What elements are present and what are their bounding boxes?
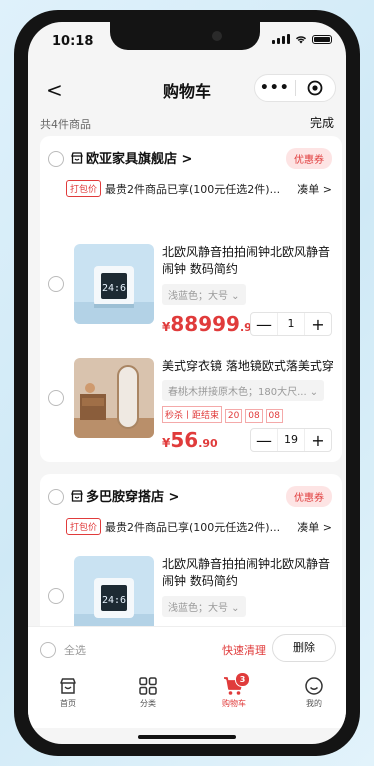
tab-label: 首页 <box>60 699 76 708</box>
promo-text: 最贵2件商品已享(100元任选2件)... <box>105 183 281 196</box>
price-integer: 88999 <box>170 312 240 336</box>
select-all-label[interactable]: 全选 <box>64 642 86 658</box>
promo-row: 打包价 最贵2件商品已享(100元任选2件)... <box>66 518 280 536</box>
product-image-clock[interactable]: 24:6 <box>74 556 154 636</box>
tab-profile[interactable]: 我的 <box>284 676 344 709</box>
store-icon <box>71 152 83 164</box>
item-title[interactable]: 北欧风静音拍拍闹钟北欧风静音闹钟 数码简约 <box>162 244 334 278</box>
item-title[interactable]: 北欧风静音拍拍闹钟北欧风静音闹钟 数码简约 <box>162 556 334 590</box>
tab-bar: 首页 分类 3 购物车 我的 <box>28 672 346 728</box>
item-spec-selector[interactable]: 春桃木拼接原木色；180大尺... ⌄ <box>162 380 325 401</box>
tab-label: 分类 <box>140 699 156 708</box>
price-decimal: .90 <box>198 437 218 450</box>
decrease-button[interactable]: — <box>251 315 277 334</box>
quantity-stepper: — 1 + <box>250 312 332 336</box>
tab-cart[interactable]: 3 购物车 <box>204 672 264 709</box>
increase-button[interactable]: + <box>305 431 331 450</box>
store-select-radio[interactable] <box>48 489 64 505</box>
countdown-minutes: 08 <box>245 409 263 423</box>
battery-icon <box>312 34 332 44</box>
collect-order-link[interactable]: 凑单 > <box>297 519 332 535</box>
cart-badge: 3 <box>235 672 250 687</box>
promo-tag: 打包价 <box>66 518 102 535</box>
target-icon <box>307 80 323 96</box>
signal-icon <box>272 34 290 44</box>
promo-row: 打包价 最贵2件商品已享(100元任选2件)... <box>66 180 280 198</box>
nav-bar: < 购物车 ••• <box>28 70 346 106</box>
done-button[interactable]: 完成 <box>310 114 334 131</box>
cart-action-bar: 全选 快速清理 删除 <box>28 626 346 673</box>
flash-sale-label: 秒杀丨距结束 <box>162 406 223 423</box>
item-price: ¥88999.90 <box>162 312 259 336</box>
quantity-input[interactable]: 1 <box>277 313 305 335</box>
item-title[interactable]: 美式穿衣镜 落地镜欧式落美式穿 <box>162 358 334 375</box>
status-icons <box>272 34 332 44</box>
increase-button[interactable]: + <box>305 315 331 334</box>
close-button[interactable] <box>296 80 336 96</box>
item-count: 共4件商品 <box>40 118 91 131</box>
svg-text:24:6: 24:6 <box>102 595 126 606</box>
quantity-input[interactable]: 19 <box>277 429 305 451</box>
tab-home[interactable]: 首页 <box>38 676 98 709</box>
promo-tag: 打包价 <box>66 180 102 197</box>
wifi-icon <box>295 36 307 44</box>
cart-item: 美式穿衣镜 落地镜欧式落美式穿 春桃木拼接原木色；180大尺... ⌄ 秒杀丨距… <box>40 358 342 454</box>
category-icon <box>139 677 157 695</box>
tab-category[interactable]: 分类 <box>118 676 178 709</box>
svg-text:24:6: 24:6 <box>102 283 126 294</box>
select-all-radio[interactable] <box>40 642 56 658</box>
cart-item: 24:6 北欧风静音拍拍闹钟北欧风静音闹钟 数码简约 浅蓝色；大号 ⌄ ¥889… <box>40 244 342 340</box>
mini-program-capsule: ••• <box>254 74 336 102</box>
store-header: 多巴胺穿搭店 > 优惠券 <box>40 474 342 508</box>
item-select-radio[interactable] <box>48 276 64 292</box>
status-time: 10:18 <box>52 34 94 49</box>
home-indicator <box>138 735 236 739</box>
screen: 10:18 < 购物车 ••• 共4件商品 完成 欧亚家具旗舰店 > 优惠券 打… <box>28 22 346 744</box>
home-icon <box>60 678 76 694</box>
item-price: ¥56.90 <box>162 428 218 452</box>
tab-label: 我的 <box>306 699 322 708</box>
item-select-radio[interactable] <box>48 588 64 604</box>
product-image-mirror[interactable] <box>74 358 154 438</box>
more-button[interactable]: ••• <box>255 80 295 96</box>
price-integer: 56 <box>170 428 199 452</box>
product-image-clock[interactable]: 24:6 <box>74 244 154 324</box>
store-name[interactable]: 多巴胺穿搭店 > <box>86 486 179 505</box>
store-icon <box>71 490 83 502</box>
decrease-button[interactable]: — <box>251 431 277 450</box>
countdown-seconds: 08 <box>265 409 283 423</box>
notch <box>110 22 260 50</box>
quantity-stepper: — 19 + <box>250 428 332 452</box>
promo-text: 最贵2件商品已享(100元任选2件)... <box>105 521 281 534</box>
item-spec-selector[interactable]: 浅蓝色；大号 ⌄ <box>162 284 246 305</box>
quick-clear-link[interactable]: 快速清理 <box>222 642 266 658</box>
item-spec-selector[interactable]: 浅蓝色；大号 ⌄ <box>162 596 246 617</box>
coupon-button[interactable]: 优惠券 <box>286 148 332 169</box>
store-name[interactable]: 欧亚家具旗舰店 > <box>86 148 192 167</box>
coupon-button[interactable]: 优惠券 <box>286 486 332 507</box>
countdown-hours: 20 <box>224 409 243 423</box>
delete-button[interactable]: 删除 <box>272 634 336 662</box>
store-card: 欧亚家具旗舰店 > 优惠券 打包价 最贵2件商品已享(100元任选2件)... 凑… <box>40 136 342 462</box>
tab-label: 购物车 <box>222 699 246 708</box>
summary-row: 共4件商品 完成 <box>40 114 334 132</box>
profile-icon <box>305 677 323 695</box>
item-select-radio[interactable] <box>48 390 64 406</box>
camera-icon <box>212 31 222 41</box>
store-select-radio[interactable] <box>48 151 64 167</box>
flash-sale-countdown: 秒杀丨距结束 20 08 08 <box>162 406 283 423</box>
store-header: 欧亚家具旗舰店 > 优惠券 <box>40 136 342 170</box>
collect-order-link[interactable]: 凑单 > <box>297 181 332 197</box>
